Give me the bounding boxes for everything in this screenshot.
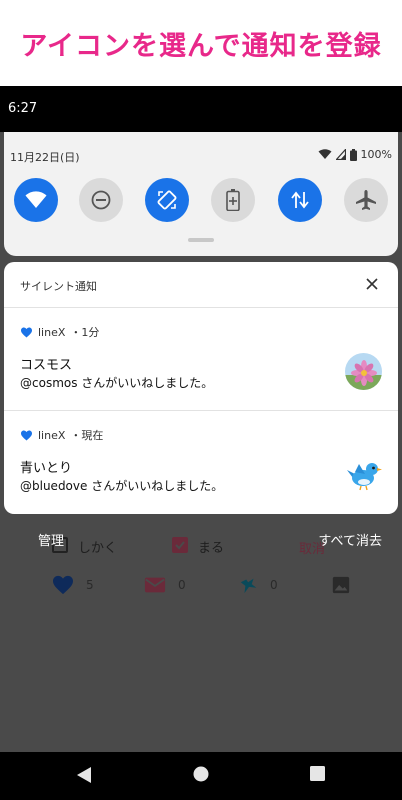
notification-time: ・1分 [70, 326, 100, 339]
quick-settings-panel: 11月22日(日) 100% [4, 132, 398, 256]
notification-app-name: lineX [38, 325, 66, 339]
notification-meta: lineX ・現在 [20, 427, 103, 443]
back-icon[interactable] [76, 766, 92, 784]
silent-notifications-card: サイレント通知 lineX ・1分 コスモス @cosmos さんがいいねしまし… [4, 262, 398, 514]
card-header: サイレント通知 [4, 262, 398, 308]
qs-tile-battery-saver[interactable] [211, 178, 255, 222]
home-icon[interactable] [193, 766, 209, 782]
banner-title: アイコンを選んで通知を登録 [20, 30, 382, 62]
cosmos-flower-icon [345, 353, 382, 390]
qs-tile-dnd[interactable] [79, 178, 123, 222]
qs-date: 11月22日(日) [10, 151, 80, 164]
notification-time: ・現在 [70, 429, 104, 442]
qs-tile-mobile-data[interactable] [278, 178, 322, 222]
bird-icon[interactable] [238, 575, 260, 595]
qs-drag-handle[interactable] [188, 238, 214, 242]
qs-tile-wifi[interactable] [14, 178, 58, 222]
manage-button[interactable]: 管理 [38, 530, 64, 549]
airplane-mode-icon [356, 190, 376, 210]
notification-item[interactable]: lineX ・現在 青いとり @bluedove さんがいいねしました。 [4, 411, 398, 514]
notification-body: @bluedove さんがいいねしました。 [20, 479, 224, 493]
qs-tile-rotate[interactable] [145, 178, 189, 222]
mail-count: 0 [178, 578, 186, 592]
heart-icon [21, 327, 32, 337]
status-clock: 6:27 [8, 101, 38, 116]
qs-status-icons: 100% [318, 148, 392, 161]
heart-count: 5 [86, 578, 94, 592]
qs-tile-airplane[interactable] [344, 178, 388, 222]
card-title: サイレント通知 [20, 280, 97, 293]
notification-body: @cosmos さんがいいねしました。 [20, 376, 214, 390]
checkbox-circle[interactable] [172, 537, 188, 553]
auto-rotate-icon [157, 190, 177, 210]
do-not-disturb-icon [91, 190, 111, 210]
mail-icon[interactable] [144, 575, 166, 595]
navigation-bar [0, 752, 402, 800]
heart-icon [21, 430, 32, 440]
cell-signal-icon [335, 149, 346, 160]
heart-icon[interactable] [52, 575, 74, 595]
notification-app-name: lineX [38, 428, 66, 442]
battery-saver-icon [226, 189, 240, 211]
recents-icon[interactable] [310, 766, 325, 781]
notification-item[interactable]: lineX ・1分 コスモス @cosmos さんがいいねしました。 [4, 308, 398, 411]
notification-title: 青いとり [20, 461, 73, 476]
mobile-data-icon [291, 191, 309, 209]
promo-banner: アイコンを選んで通知を登録 [0, 0, 402, 86]
checkbox-circle-label: まる [198, 541, 225, 556]
wifi-icon [25, 191, 47, 208]
bluebird-icon [347, 463, 382, 491]
wifi-signal-icon [318, 149, 332, 159]
battery-icon [349, 148, 357, 161]
clear-all-button[interactable]: すべて消去 [318, 530, 382, 549]
battery-percent: 100% [360, 148, 392, 161]
notification-meta: lineX ・1分 [20, 324, 99, 340]
close-icon[interactable] [364, 276, 380, 292]
bird-count: 0 [270, 578, 278, 592]
checkbox-square-label: しかく [78, 541, 118, 556]
status-bar: 6:27 [0, 86, 402, 132]
image-icon[interactable] [330, 575, 352, 595]
notification-title: コスモス [20, 358, 73, 373]
